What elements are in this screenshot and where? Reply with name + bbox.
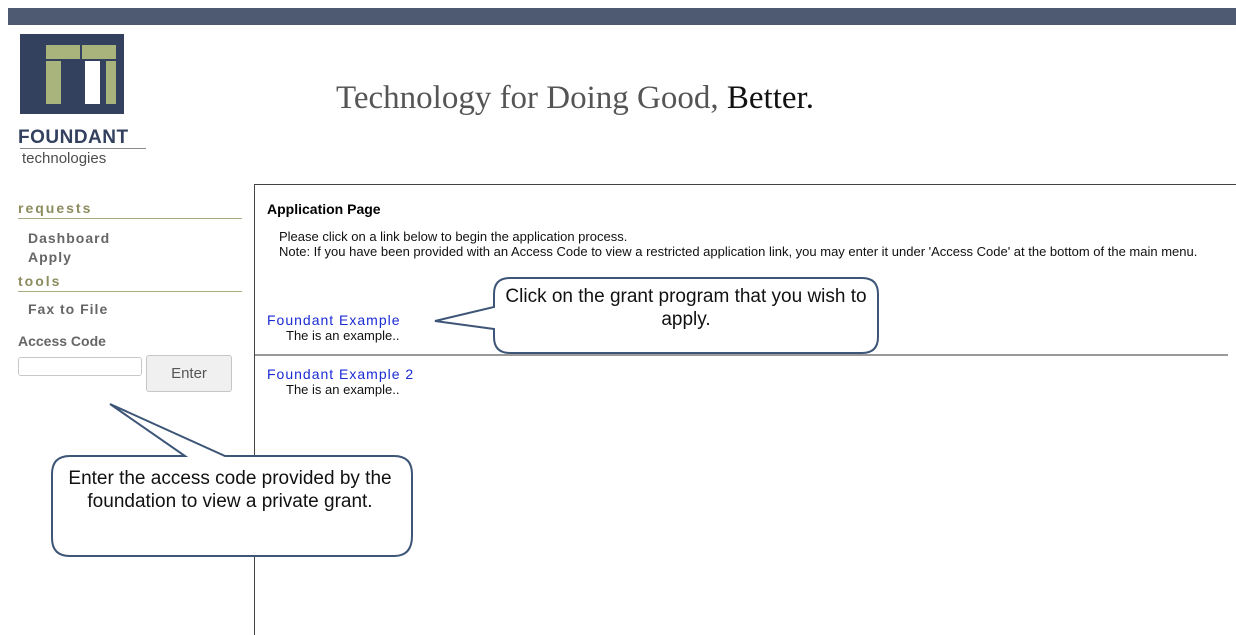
access-code-note: Note: If you have been provided with an …	[279, 244, 1198, 259]
logo-wordmark-primary: FOUNDANT	[18, 127, 129, 148]
sidebar-heading-tools: tools	[18, 273, 242, 292]
sidebar-item-dashboard[interactable]: Dashboard	[28, 229, 242, 248]
page-title: Application Page	[267, 201, 381, 217]
callout-text-grant-program: Click on the grant program that you wish…	[505, 286, 867, 330]
sidebar-item-apply[interactable]: Apply	[28, 248, 242, 267]
application-divider	[255, 354, 1228, 356]
sidebar-item-fax-to-file[interactable]: Fax to File	[28, 300, 242, 319]
logo-divider	[20, 148, 146, 149]
main-content-panel: Application Page Please click on a link …	[254, 184, 1236, 635]
tagline-main: Technology for Doing Good,	[336, 80, 719, 116]
sidebar-menu: requests Dashboard Apply tools Fax to Fi…	[18, 200, 242, 395]
instructions-line: Please click on a link below to begin th…	[279, 229, 628, 244]
application-description: The is an example..	[286, 328, 400, 343]
access-code-input[interactable]	[18, 357, 142, 376]
sidebar-heading-requests: requests	[18, 200, 242, 219]
application-link-foundant-example[interactable]: Foundant Example	[267, 312, 401, 328]
application-description: The is an example..	[286, 382, 400, 397]
top-banner-bar	[8, 8, 1236, 25]
application-link-foundant-example-2[interactable]: Foundant Example 2	[267, 366, 414, 382]
access-code-label: Access Code	[18, 333, 106, 349]
application-item: Foundant Example The is an example..	[267, 312, 401, 343]
tagline-emphasis: Better.	[726, 80, 814, 116]
logo-wordmark-secondary: technologies	[22, 150, 107, 167]
enter-button[interactable]: Enter	[146, 355, 232, 392]
header-tagline: Technology for Doing Good, Better.	[336, 80, 814, 117]
callout-text-access-code: Enter the access code provided by the fo…	[68, 468, 392, 512]
application-item: Foundant Example 2 The is an example..	[267, 366, 414, 397]
access-code-row: Enter	[18, 355, 242, 395]
instructions-text: Please click on a link below to begin th…	[279, 229, 1219, 259]
